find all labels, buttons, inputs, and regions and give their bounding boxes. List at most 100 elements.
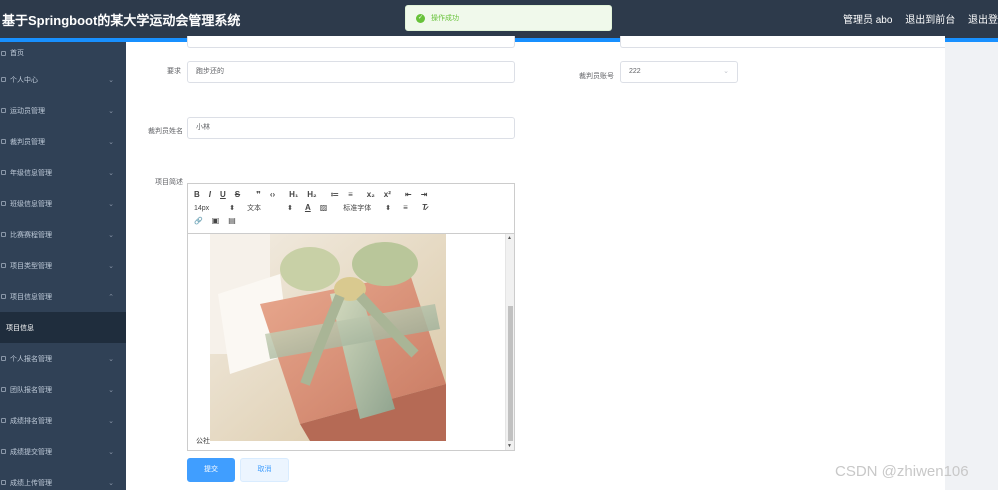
subscript-button[interactable]: x₂ xyxy=(367,190,375,199)
sidebar-item-label: 成绩上传管理 xyxy=(10,479,52,487)
requirement-label: 要求 xyxy=(167,68,181,75)
menu-icon xyxy=(1,201,6,206)
referee-name-input[interactable]: 小林 xyxy=(187,117,515,139)
text-style-select[interactable]: 文本 ⬍ xyxy=(247,203,293,213)
success-icon: ✓ xyxy=(416,13,425,23)
chevron-down-icon: ⌄ xyxy=(108,355,114,363)
scroll-thumb[interactable] xyxy=(508,306,513,441)
menu-icon xyxy=(1,263,6,268)
menu-icon xyxy=(1,232,6,237)
caret-icon: ⬍ xyxy=(229,204,236,212)
success-toast: ✓ 操作成功 xyxy=(405,5,612,31)
sidebar-item-label: 年级信息管理 xyxy=(10,169,52,177)
cancel-button[interactable]: 取消 xyxy=(240,458,289,482)
sidebar-item-label: 团队报名管理 xyxy=(10,386,52,394)
settings-icon xyxy=(1,294,6,299)
superscript-button[interactable]: x² xyxy=(384,190,391,199)
sidebar-item-label: 成绩提交管理 xyxy=(10,448,52,456)
toast-message: 操作成功 xyxy=(431,15,459,22)
sidebar-item-home[interactable]: 首页 xyxy=(0,42,126,64)
sidebar-item-grades[interactable]: 年级信息管理 ⌄ xyxy=(0,157,126,188)
sidebar-item-label: 项目信息 xyxy=(6,324,34,332)
submit-button[interactable]: 提交 xyxy=(187,458,235,482)
description-label: 项目简述 xyxy=(155,179,183,186)
sidebar-item-ranking[interactable]: 成绩排名管理 ⌄ xyxy=(0,405,126,436)
sidebar-item-schedule[interactable]: 比赛赛程管理 ⌄ xyxy=(0,219,126,250)
h2-button[interactable]: H₂ xyxy=(307,190,316,199)
menu-icon xyxy=(1,449,6,454)
front-link[interactable]: 退出到前台 xyxy=(905,15,955,26)
sidebar-item-event-info[interactable]: 项目信息管理 ⌃ xyxy=(0,281,126,312)
background-color-icon[interactable]: ▨ xyxy=(320,203,328,212)
font-family-select[interactable]: 标准字体 ⬍ xyxy=(343,203,391,213)
ordered-list-button[interactable]: ≔ xyxy=(331,190,340,199)
app-title: 基于Springboot的某大学运动会管理系统 xyxy=(2,13,241,28)
sidebar-item-athletes[interactable]: 运动员管理 ⌄ xyxy=(0,95,126,126)
chart-icon xyxy=(1,139,6,144)
sidebar-item-label: 项目类型管理 xyxy=(10,262,52,270)
referee-name-label: 裁判员姓名 xyxy=(148,128,183,135)
italic-button[interactable]: I xyxy=(209,190,211,199)
indent-button[interactable]: ⇥ xyxy=(421,190,428,199)
chevron-down-icon: ⌄ xyxy=(108,417,114,425)
align-icon[interactable]: ≡ xyxy=(403,203,408,212)
strike-button[interactable]: S xyxy=(235,190,240,199)
requirement-input[interactable]: 跑步还的 xyxy=(187,61,515,83)
sidebar-item-profile[interactable]: 个人中心 ⌄ xyxy=(0,64,126,95)
menu-icon xyxy=(1,108,6,113)
sidebar-menu: 首页 个人中心 ⌄ 运动员管理 ⌄ 裁判员管理 ⌄ 年级信息管理 ⌄ 班级信息管… xyxy=(0,42,126,490)
font-size-value: 14px xyxy=(194,204,210,212)
referee-no-value: 222 xyxy=(629,68,641,75)
video-icon[interactable]: ▤ xyxy=(228,216,236,225)
sidebar-item-label: 个人报名管理 xyxy=(10,355,52,363)
chevron-down-icon: ⌄ xyxy=(108,76,114,84)
sidebar-item-event-types[interactable]: 项目类型管理 ⌄ xyxy=(0,250,126,281)
code-button[interactable]: ‹› xyxy=(270,190,275,199)
editor-scrollbar[interactable]: ▲ ▼ xyxy=(505,234,514,450)
sidebar-item-score-submit[interactable]: 成绩提交管理 ⌄ xyxy=(0,436,126,467)
editor-caption: 公社 xyxy=(196,438,210,445)
sidebar-item-personal-signup[interactable]: 个人报名管理 ⌄ xyxy=(0,343,126,374)
sidebar-item-classes[interactable]: 班级信息管理 ⌄ xyxy=(0,188,126,219)
admin-label: 管理员 abo xyxy=(842,15,893,26)
chevron-down-icon: ⌄ xyxy=(108,231,114,239)
bold-button[interactable]: B xyxy=(194,190,200,199)
chevron-down-icon: ⌄ xyxy=(108,200,114,208)
referee-no-select[interactable]: 222 ⌄ xyxy=(620,61,738,83)
link-icon[interactable]: 🔗 xyxy=(194,217,203,225)
font-family-value: 标准字体 xyxy=(343,204,372,212)
sidebar-item-label: 班级信息管理 xyxy=(10,200,52,208)
underline-button[interactable]: U xyxy=(220,190,226,199)
chevron-down-icon: ⌄ xyxy=(108,169,114,177)
image-icon[interactable]: ▣ xyxy=(212,216,220,225)
bullet-list-button[interactable]: ≡ xyxy=(348,190,353,199)
top-input-right[interactable] xyxy=(620,36,945,48)
scroll-down-icon[interactable]: ▼ xyxy=(507,443,512,449)
top-input-left[interactable] xyxy=(187,36,515,48)
outdent-button[interactable]: ⇤ xyxy=(405,190,412,199)
chevron-down-icon: ⌄ xyxy=(108,107,114,115)
sidebar-item-team-signup[interactable]: 团队报名管理 ⌄ xyxy=(0,374,126,405)
text-style-value: 文本 xyxy=(247,204,262,212)
scroll-up-icon[interactable]: ▲ xyxy=(507,235,512,241)
font-size-select[interactable]: 14px ⬍ xyxy=(194,204,235,212)
caret-icon: ⬍ xyxy=(385,204,392,212)
user-icon xyxy=(1,77,6,82)
sidebar-subitem-event-info[interactable]: 项目信息 xyxy=(0,312,126,343)
referee-no-label: 裁判员账号 xyxy=(579,73,614,80)
sidebar-item-referees[interactable]: 裁判员管理 ⌄ xyxy=(0,126,126,157)
toolbar-row-media: 🔗 ▣ ▤ xyxy=(194,214,508,227)
font-color-icon[interactable]: A xyxy=(305,203,311,212)
watermark: CSDN @zhiwen106 xyxy=(835,463,969,480)
page-background xyxy=(945,42,998,490)
editor-content[interactable]: 公社 xyxy=(188,234,506,450)
logout-link[interactable]: 退出登 xyxy=(968,15,998,26)
chevron-down-icon: ⌄ xyxy=(108,138,114,146)
h1-button[interactable]: H₁ xyxy=(289,190,298,199)
clear-format-icon[interactable]: T̷ xyxy=(422,203,427,212)
sidebar-item-score-upload[interactable]: 成绩上传管理 ⌄ xyxy=(0,467,126,490)
chevron-down-icon: ⌄ xyxy=(108,448,114,456)
quote-button[interactable]: ❞ xyxy=(256,190,261,199)
gift-box-illustration xyxy=(210,234,446,441)
home-icon xyxy=(1,50,6,56)
